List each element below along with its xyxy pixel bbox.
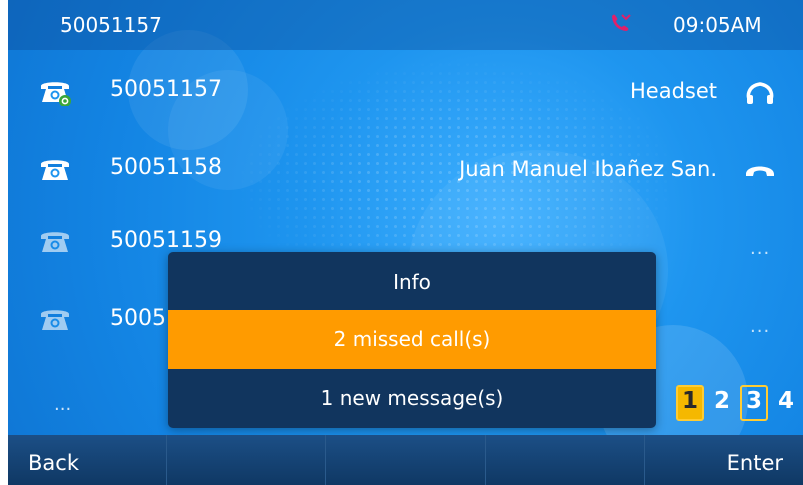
line-label: 5005 bbox=[110, 306, 166, 331]
softkey-3[interactable] bbox=[326, 435, 486, 485]
softkey-4[interactable] bbox=[485, 435, 645, 485]
handset-icon bbox=[746, 166, 774, 176]
missed-calls-item[interactable]: 2 missed call(s) bbox=[168, 310, 656, 369]
more-lines-indicator: ... bbox=[54, 394, 72, 415]
page-2[interactable]: 2 bbox=[710, 385, 734, 417]
new-messages-item[interactable]: 1 new message(s) bbox=[168, 369, 656, 428]
account-number: 50051157 bbox=[60, 13, 162, 37]
line-status-text: Headset bbox=[629, 79, 717, 103]
page-3[interactable]: 3 bbox=[740, 385, 768, 421]
back-softkey[interactable]: Back bbox=[8, 435, 168, 485]
line-status-text: Juan Manuel Ibañez San. bbox=[459, 157, 717, 181]
line-key-2[interactable]: 50051158 Juan Manuel Ibañez San. bbox=[8, 140, 803, 200]
info-popup: Info 2 missed call(s) 1 new message(s) bbox=[168, 252, 656, 428]
phone-inactive-icon bbox=[41, 232, 69, 252]
clock: 09:05AM bbox=[673, 13, 762, 37]
popup-title: Info bbox=[393, 270, 431, 294]
softkey-2[interactable] bbox=[167, 435, 327, 485]
phone-inactive-icon bbox=[41, 310, 69, 330]
phone-icon bbox=[41, 160, 69, 180]
missed-call-icon bbox=[612, 14, 631, 31]
line-label: 50051158 bbox=[110, 155, 222, 180]
line-label: 50051157 bbox=[110, 77, 222, 102]
headset-icon bbox=[746, 82, 774, 104]
status-bar: 50051157 09:05AM bbox=[8, 0, 803, 50]
page-4[interactable]: 4 bbox=[774, 385, 798, 417]
phone-registered-icon bbox=[41, 82, 71, 106]
line-label: 50051159 bbox=[110, 228, 222, 253]
more-icon: ... bbox=[750, 238, 771, 259]
line-key-1[interactable]: 50051157 Headset bbox=[8, 62, 803, 122]
more-icon: ... bbox=[750, 316, 771, 337]
phone-screen: 50051157 09:05AM 50051157 Headset 500511… bbox=[8, 0, 803, 485]
page-indicator: 1 2 3 4 bbox=[676, 385, 798, 421]
softkey-bar: Back Enter bbox=[8, 435, 803, 485]
enter-softkey[interactable]: Enter bbox=[644, 435, 803, 485]
page-1[interactable]: 1 bbox=[676, 385, 704, 421]
